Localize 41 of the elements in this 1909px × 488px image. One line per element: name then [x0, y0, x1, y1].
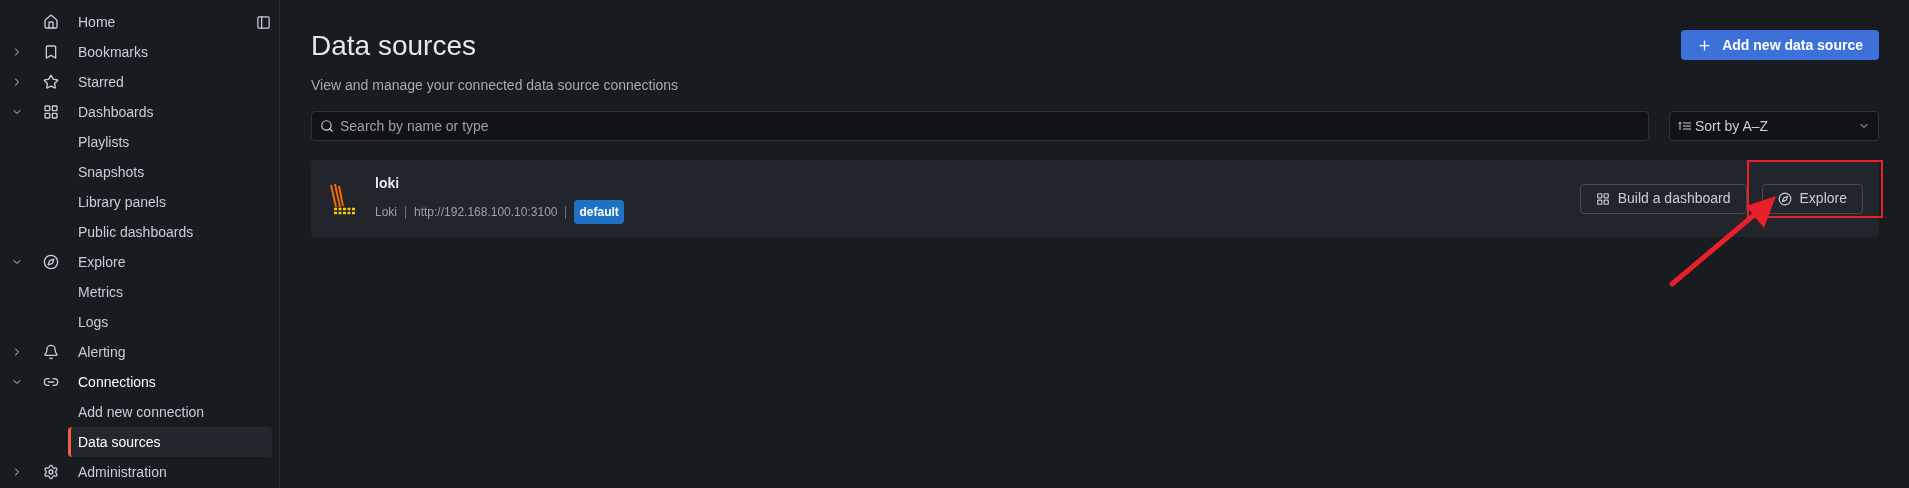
search-field[interactable]: Search by name or type [311, 111, 1649, 141]
sort-select[interactable]: Sort by A–Z [1669, 111, 1879, 141]
sidebar-item[interactable]: Dashboards [78, 101, 154, 123]
compass-icon [43, 254, 59, 270]
sidebar-subitem[interactable]: Data sources [68, 427, 272, 457]
bell-icon [43, 344, 59, 360]
sidebar-item[interactable]: Bookmarks [78, 41, 149, 63]
add-data-source-button[interactable]: Add new data source [1681, 30, 1879, 60]
sidebar-subitem[interactable]: Public dashboards [68, 217, 272, 247]
plus-icon [1697, 37, 1713, 53]
compass-icon [1777, 191, 1792, 206]
sidebar-subitem[interactable]: Library panels [68, 187, 272, 217]
page-subtitle: View and manage your connected data source connections [311, 76, 679, 95]
default-badge: default [574, 200, 624, 224]
sidebar-item[interactable]: Alerting [78, 341, 126, 363]
data-source-name[interactable]: loki [375, 173, 624, 194]
home-icon [43, 14, 59, 30]
sidebar-subitem[interactable]: Metrics [68, 277, 272, 307]
sort-icon [1678, 121, 1691, 131]
sidebar-item[interactable]: Connections [78, 371, 156, 393]
sidebar-subitem[interactable]: Logs [68, 307, 272, 337]
sidebar-item[interactable]: Home [78, 11, 116, 33]
grid-icon [1595, 191, 1610, 206]
sidebar-subitem[interactable]: Playlists [68, 127, 272, 157]
dock-menu-icon[interactable] [256, 14, 271, 30]
sidebar-subitem[interactable]: Add new connection [68, 397, 272, 427]
build-dashboard-button[interactable]: Build a dashboard [1579, 183, 1747, 214]
loki-logo-icon [328, 182, 358, 215]
sidebar-item[interactable]: Administration [78, 461, 167, 483]
data-source-type: Loki [375, 204, 397, 221]
sidebar-item[interactable]: Explore [78, 251, 126, 273]
data-source-card[interactable]: loki Loki http://192.168.100.10:3100 default Build a dashboard Explore [311, 160, 1879, 237]
settings-icon [43, 464, 59, 480]
data-source-url: http://192.168.100.10:3100 [414, 204, 558, 221]
sidebar-item[interactable]: Starred [78, 71, 124, 93]
sidebar-subitem[interactable]: Snapshots [68, 157, 272, 187]
bookmark-icon [43, 44, 59, 60]
star-icon [43, 74, 59, 90]
grid-icon [43, 104, 59, 120]
search-icon [320, 119, 334, 133]
page-title: Data sources [311, 30, 477, 62]
